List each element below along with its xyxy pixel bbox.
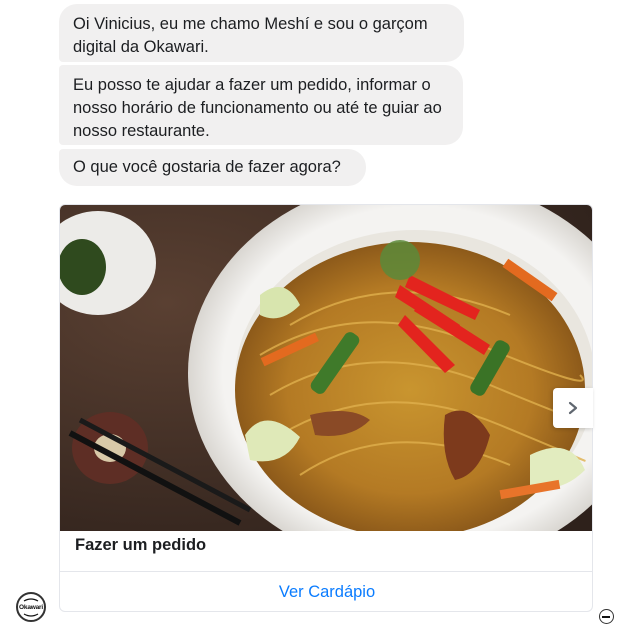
card-title: Fazer um pedido (75, 536, 207, 554)
ver-cardapio-button[interactable]: Ver Cardápio (60, 572, 592, 611)
okawari-logo-icon (602, 616, 610, 618)
avatar-label: Okawari (19, 603, 43, 611)
message-text: Eu posso te ajudar a fazer um pedido, in… (73, 76, 442, 140)
chat-thread: Oi Vinicius, eu me chamo Meshí e sou o g… (0, 0, 630, 633)
yakisoba-noodles-photo (60, 205, 592, 531)
message-bubble: O que você gostaria de fazer agora? (59, 149, 366, 186)
bot-avatar[interactable]: Okawari (16, 592, 46, 622)
message-bubble: Oi Vinicius, eu me chamo Meshí e sou o g… (59, 4, 464, 62)
carousel-card: Fazer um pedido Ver Cardápio (59, 204, 593, 612)
seen-indicator-avatar (599, 609, 614, 624)
message-bubble: Eu posso te ajudar a fazer um pedido, in… (59, 65, 463, 145)
carousel-next-button[interactable] (553, 388, 593, 428)
chevron-right-icon (568, 401, 578, 415)
message-text: O que você gostaria de fazer agora? (73, 158, 341, 176)
message-text: Oi Vinicius, eu me chamo Meshí e sou o g… (73, 15, 428, 56)
